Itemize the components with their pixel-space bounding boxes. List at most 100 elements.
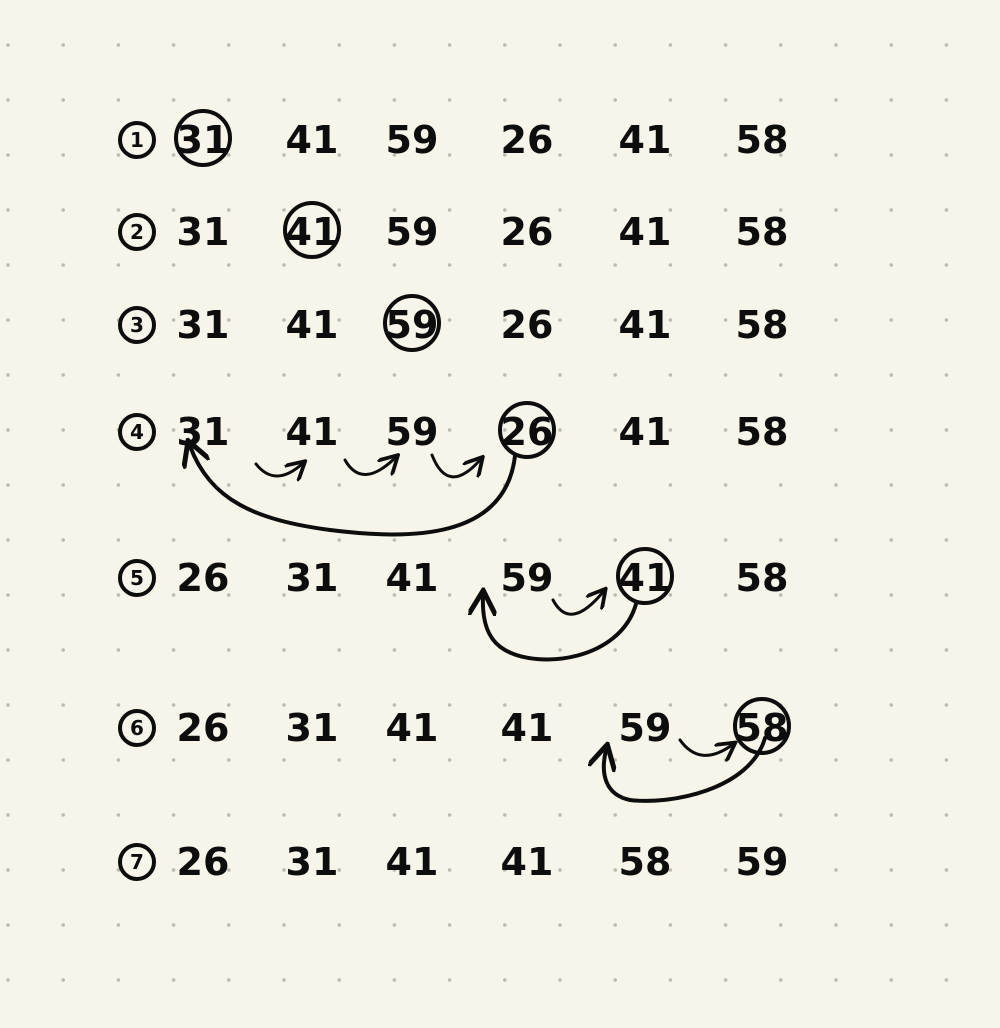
grid-dot	[889, 373, 893, 377]
grid-dot	[447, 813, 452, 817]
grid-dot	[61, 593, 65, 597]
grid-dot	[392, 758, 397, 762]
grid-dot	[944, 703, 949, 707]
grid-dot	[61, 813, 65, 817]
grid-dot	[116, 813, 121, 817]
grid-dot	[723, 593, 728, 597]
grid-dot	[392, 373, 397, 377]
grid-dot	[558, 483, 562, 487]
grid-dot	[447, 648, 452, 652]
grid-dot	[392, 978, 397, 982]
grid-dot	[282, 648, 286, 652]
grid-dot	[447, 538, 452, 542]
grid-dot	[944, 373, 949, 377]
grid-dot	[447, 43, 452, 47]
grid-dot	[613, 483, 617, 487]
array-value: 41	[619, 556, 672, 600]
grid-dot	[723, 703, 728, 707]
grid-dot	[613, 703, 617, 707]
sort-row: 5 26 31 41 59 41 58	[118, 547, 789, 605]
step-number: 4	[130, 420, 144, 444]
grid-dot	[171, 263, 176, 267]
grid-dot	[61, 373, 65, 377]
grid-dot	[337, 758, 342, 762]
shift-arrow	[678, 738, 732, 755]
grid-dot	[889, 703, 893, 707]
grid-dot	[834, 978, 838, 982]
step-number: 6	[130, 716, 144, 740]
grid-dot	[282, 373, 286, 377]
array-value: 59	[501, 556, 554, 600]
grid-dot	[392, 648, 397, 652]
grid-dot	[889, 648, 893, 652]
grid-dot	[6, 923, 10, 927]
grid-dot	[558, 263, 562, 267]
grid-dot	[668, 43, 673, 47]
grid-dot	[889, 98, 893, 102]
grid-dot	[447, 483, 452, 487]
grid-dot	[171, 483, 176, 487]
grid-dot	[6, 538, 10, 542]
grid-dot	[61, 208, 65, 212]
grid-dot	[503, 43, 507, 47]
grid-dot	[723, 153, 728, 157]
grid-dot	[889, 43, 893, 47]
array-value: 59	[386, 303, 439, 347]
grid-dot	[944, 263, 949, 267]
grid-dot	[889, 923, 893, 927]
grid-dot	[447, 318, 452, 322]
array-value: 31	[177, 210, 230, 254]
grid-dot	[944, 758, 949, 762]
grid-dot	[61, 428, 65, 432]
array-value: 59	[386, 118, 439, 162]
grid-dot	[282, 813, 286, 817]
grid-dot	[227, 373, 231, 377]
grid-dot	[668, 538, 673, 542]
grid-dot	[392, 263, 397, 267]
grid-dot	[889, 813, 893, 817]
sort-row: 7 26 31 41 41 58 59	[118, 840, 789, 884]
grid-dot	[392, 98, 397, 102]
grid-dot	[668, 263, 673, 267]
grid-dot	[558, 813, 562, 817]
grid-dot	[503, 373, 507, 377]
grid-dot	[558, 978, 562, 982]
grid-dot	[503, 923, 507, 927]
grid-dot	[834, 318, 838, 322]
grid-dot	[834, 758, 838, 762]
grid-dot	[171, 153, 176, 157]
grid-dot	[116, 153, 121, 157]
insertion-sort-diagram: 1 31 41 59 26 41 582 31 41 59 26 41 583 31 41 59 26 41 584…	[6, 43, 949, 982]
grid-dot	[337, 978, 342, 982]
grid-dot	[558, 538, 562, 542]
array-value: 31	[177, 410, 230, 454]
array-value: 59	[619, 706, 672, 750]
array-value: 58	[736, 556, 789, 600]
array-value: 41	[386, 556, 439, 600]
array-value: 41	[386, 840, 439, 884]
grid-dot	[337, 98, 342, 102]
grid-dot	[171, 978, 176, 982]
array-value: 31	[286, 706, 339, 750]
grid-dot	[447, 208, 452, 212]
sort-steps: 1 31 41 59 26 41 582 31 41 59 26 41 583 31 41 59 26 41 584…	[118, 109, 791, 884]
grid-dot	[503, 813, 507, 817]
grid-dot	[447, 978, 452, 982]
grid-dot	[613, 153, 617, 157]
array-value: 31	[286, 840, 339, 884]
grid-dot	[116, 593, 121, 597]
grid-dot	[6, 98, 10, 102]
grid-dot	[613, 318, 617, 322]
grid-dot	[944, 153, 949, 157]
array-value: 59	[736, 840, 789, 884]
grid-dot	[889, 978, 893, 982]
grid-dot	[889, 483, 893, 487]
grid-dot	[668, 98, 673, 102]
array-value: 31	[177, 303, 230, 347]
grid-dot	[613, 648, 617, 652]
grid-dot	[834, 868, 838, 872]
grid-dot	[834, 923, 838, 927]
grid-dot	[6, 703, 10, 707]
grid-dot	[61, 868, 65, 872]
grid-dot	[723, 318, 728, 322]
